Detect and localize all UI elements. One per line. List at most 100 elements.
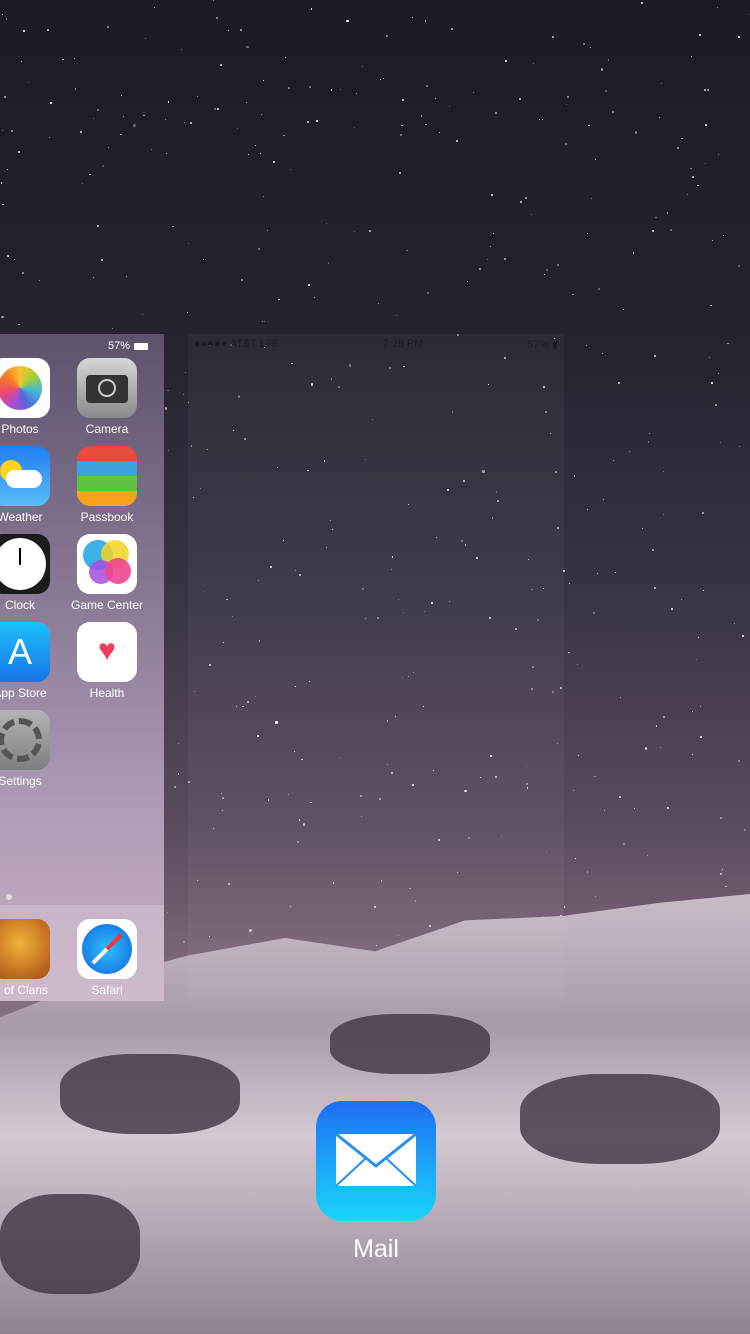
star: [504, 258, 506, 260]
star: [180, 48, 183, 51]
star: [646, 855, 648, 857]
app-passbook[interactable]: Passbook: [67, 446, 147, 524]
star: [577, 754, 579, 756]
star: [174, 786, 177, 788]
app-camera[interactable]: Camera: [67, 358, 147, 436]
star: [22, 271, 25, 274]
star: [7, 168, 9, 171]
star: [355, 92, 357, 94]
star: [663, 513, 665, 516]
app-mail[interactable]: Mail: [316, 1101, 436, 1264]
star: [640, 1, 644, 5]
star: [680, 599, 682, 601]
star: [670, 229, 673, 232]
star: [288, 87, 290, 89]
passbook-icon: [77, 446, 137, 506]
app-app-store[interactable]: A App Store: [0, 622, 60, 700]
star: [346, 19, 349, 22]
star: [187, 311, 189, 313]
star: [379, 78, 382, 80]
star: [563, 906, 566, 908]
star: [167, 390, 169, 392]
star: [426, 85, 429, 88]
star: [666, 806, 669, 809]
app-safari[interactable]: Safari: [67, 919, 147, 997]
star: [385, 35, 389, 38]
star: [145, 37, 146, 39]
star: [721, 868, 723, 870]
star: [247, 153, 250, 156]
star: [602, 352, 604, 354]
star: [633, 808, 635, 809]
star: [406, 249, 408, 251]
star: [738, 36, 741, 39]
star: [184, 122, 185, 123]
star: [23, 30, 26, 33]
star: [572, 293, 574, 296]
star: [164, 407, 168, 410]
star: [699, 706, 701, 707]
app-game-center[interactable]: Game Center: [67, 534, 147, 612]
star: [556, 264, 559, 267]
app-health[interactable]: ♥ Health: [67, 622, 147, 700]
app-clock[interactable]: Clock: [0, 534, 60, 612]
dock: Clash of Clans Safari: [0, 905, 164, 1001]
star: [711, 240, 713, 241]
app-settings[interactable]: Settings: [0, 710, 60, 788]
star: [596, 572, 598, 574]
star: [573, 474, 576, 477]
star: [62, 58, 65, 61]
app-label: Camera: [85, 422, 129, 436]
app-weather[interactable]: Weather: [0, 446, 60, 524]
star: [284, 57, 287, 59]
safari-icon: [77, 919, 137, 979]
star: [439, 131, 441, 133]
star: [18, 323, 20, 326]
home-screen-card[interactable]: 57% Photos Camera Weather Passbook Clock…: [0, 334, 164, 1001]
mail-app-card[interactable]: ●●●●● AT&T LTE 7:28 PM 57% ▮: [188, 334, 564, 1001]
star: [189, 121, 192, 124]
star: [585, 344, 588, 347]
star: [401, 124, 403, 127]
star: [2, 203, 4, 206]
star: [369, 229, 371, 232]
star: [602, 499, 604, 501]
star: [677, 146, 680, 149]
star: [166, 153, 167, 154]
star: [565, 104, 567, 106]
star: [339, 89, 341, 90]
app-photos[interactable]: Photos: [0, 358, 60, 436]
star: [519, 201, 522, 204]
star: [720, 817, 722, 819]
camera-icon: [77, 358, 137, 418]
app-clash-of-clans[interactable]: Clash of Clans: [0, 919, 60, 997]
star: [591, 198, 592, 199]
star: [691, 710, 693, 712]
star: [325, 223, 327, 225]
star: [246, 101, 247, 103]
star: [655, 725, 657, 727]
star: [479, 267, 482, 270]
star: [691, 55, 693, 57]
star: [154, 7, 156, 9]
mail-icon: [316, 1101, 436, 1221]
star: [739, 445, 740, 447]
star: [309, 86, 311, 89]
star: [120, 133, 122, 136]
star: [598, 288, 601, 291]
star: [378, 302, 379, 304]
star: [450, 27, 453, 30]
star: [172, 226, 174, 228]
star: [586, 508, 588, 510]
app-label: Weather: [0, 510, 43, 524]
star: [641, 527, 643, 529]
status-bar: ●●●●● AT&T LTE 7:28 PM 57% ▮: [194, 338, 558, 351]
star: [1, 315, 4, 318]
star: [623, 843, 625, 845]
app-store-icon: A: [0, 622, 50, 682]
star: [273, 161, 276, 163]
star: [652, 229, 654, 232]
star: [330, 89, 333, 91]
star: [133, 124, 136, 127]
star: [74, 88, 77, 90]
